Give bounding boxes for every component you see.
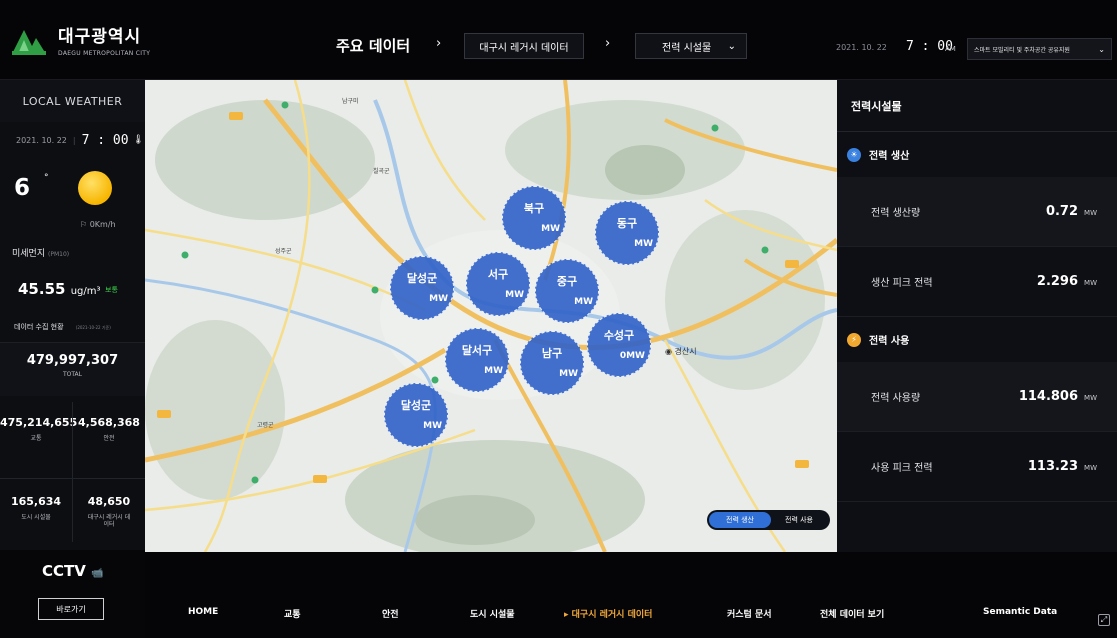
temperature-value: 6 bbox=[14, 175, 31, 201]
degree-symbol: ° bbox=[44, 173, 49, 183]
cctv-section: CCTV 📹 바로가기 bbox=[0, 550, 145, 638]
district-bubble-dalseogu[interactable]: 달서구 MW bbox=[445, 328, 509, 392]
production-peak-row: 생산 피크 전력 2.296 MW bbox=[837, 247, 1117, 317]
district-bubble-suseonggu[interactable]: 수성구 0MW bbox=[587, 313, 651, 377]
wind-icon: ⚐ bbox=[80, 220, 90, 229]
total-count-box: 479,997,307 TOTAL bbox=[0, 342, 145, 396]
power-mode-toggle[interactable]: 전력 생산 전력 사용 bbox=[707, 510, 830, 530]
nav-semantic-data[interactable]: Semantic Data bbox=[983, 607, 1057, 617]
header-date: 2021. 10. 22 bbox=[836, 43, 887, 52]
weather-datetime: 2021. 10. 22 | 7 : 00 🌡 bbox=[0, 122, 145, 158]
thermometer-icon: 🌡 bbox=[132, 135, 144, 145]
fine-dust-value: 45.55 ug/m³ bbox=[18, 280, 101, 298]
divider bbox=[72, 402, 73, 542]
usage-amount-value: 114.806 MW bbox=[1018, 389, 1097, 404]
breadcrumb-legacy-data[interactable]: 대구시 레거시 데이터 bbox=[464, 33, 584, 59]
chevron-down-icon: ⌄ bbox=[727, 40, 736, 52]
fine-dust-label: 미세먼지 (PM10) bbox=[12, 249, 70, 259]
daegu-logo[interactable]: 대구광역시 DAEGU METROPOLITAN CITY bbox=[10, 22, 150, 57]
power-usage-icon: ⚡ bbox=[847, 332, 861, 347]
production-amount-value: 0.72 MW bbox=[1045, 204, 1097, 219]
panel-title: 전력시설물 bbox=[837, 80, 1117, 132]
stat-city-facility[interactable]: 165,634 도시 시설물 bbox=[0, 495, 72, 521]
header-ampm: AM bbox=[945, 45, 956, 53]
power-facility-panel: 전력시설물 ☀ 전력 생산 전력 생산량 0.72 MW 생산 피크 전력 2.2… bbox=[837, 80, 1117, 552]
toggle-production[interactable]: 전력 생산 bbox=[709, 512, 771, 528]
usage-peak-row: 사용 피크 전력 113.23 MW bbox=[837, 432, 1117, 502]
stat-legacy-data[interactable]: 48,650 대구시 레거시 데이터 bbox=[73, 495, 145, 528]
district-bubble-dalseonggun-north[interactable]: 달성군 MW bbox=[390, 256, 454, 320]
power-production-icon: ☀ bbox=[847, 147, 861, 162]
chevron-right-icon: › bbox=[605, 36, 611, 51]
district-bubble-junggu[interactable]: 중구 MW bbox=[535, 259, 599, 323]
service-select[interactable]: 스마트 모빌리티 및 주차공간 공유지원 ⌄ bbox=[967, 38, 1112, 60]
place-label: 성주군 bbox=[275, 248, 292, 255]
place-label: 칠곡군 bbox=[373, 168, 390, 175]
district-bubble-bukgu[interactable]: 북구 MW bbox=[502, 186, 566, 250]
district-bubble-namgu[interactable]: 남구 MW bbox=[520, 331, 584, 395]
usage-amount-row: 전력 사용량 114.806 MW bbox=[837, 362, 1117, 432]
place-label: 남구미 bbox=[342, 98, 359, 105]
logo-title: 대구광역시 bbox=[58, 27, 142, 47]
district-bubble-seogu[interactable]: 서구 MW bbox=[466, 252, 530, 316]
service-select-value: 스마트 모빌리티 및 주차공간 공유지원 bbox=[974, 46, 1070, 54]
map-background bbox=[145, 80, 837, 552]
cctv-camera-icon: 📹 bbox=[91, 568, 104, 579]
data-collection-label: 데이터 수집 현황 (2021-10-22 기준) bbox=[14, 323, 111, 331]
usage-section-header: ⚡ 전력 사용 bbox=[837, 317, 1117, 362]
nav-safety[interactable]: 안전 bbox=[382, 607, 399, 620]
divider: | bbox=[72, 135, 76, 145]
production-amount-row: 전력 생산량 0.72 MW bbox=[837, 177, 1117, 247]
total-count-label: TOTAL bbox=[62, 371, 83, 378]
fine-dust-status: 보통 bbox=[105, 286, 118, 294]
stat-traffic[interactable]: 475,214,655 교통 bbox=[0, 416, 77, 442]
breadcrumb-main[interactable]: 주요 데이터 bbox=[336, 35, 410, 56]
weather-date: 2021. 10. 22 bbox=[16, 135, 67, 145]
cctv-go-button[interactable]: 바로가기 bbox=[38, 598, 104, 620]
facility-select[interactable]: 전력 시설물 ⌄ bbox=[635, 33, 747, 59]
weather-time: 7 : 00 bbox=[81, 132, 129, 148]
fullscreen-icon[interactable]: ⤢ bbox=[1098, 614, 1110, 626]
nav-all-data[interactable]: 전체 데이터 보기 bbox=[820, 607, 884, 620]
nav-traffic[interactable]: 교통 bbox=[284, 607, 301, 620]
cctv-title: CCTV 📹 bbox=[42, 562, 104, 580]
place-label: ◉ 경산시 bbox=[665, 347, 697, 356]
daegu-map[interactable]: ◉ 경산시 칠곡군 고령군 성주군 남구미 북구 MW 동구 MW 달성군 MW… bbox=[145, 80, 837, 552]
divider bbox=[0, 478, 145, 479]
nav-custom-docs[interactable]: 커스텀 문서 bbox=[727, 607, 772, 620]
nav-home[interactable]: HOME bbox=[188, 607, 218, 617]
place-label: 고령군 bbox=[257, 422, 274, 429]
local-weather-title: LOCAL WEATHER bbox=[0, 80, 145, 122]
chevron-right-icon: › bbox=[436, 36, 442, 51]
mountain-logo-icon bbox=[10, 24, 48, 56]
nav-city-facility[interactable]: 도시 시설물 bbox=[470, 607, 515, 620]
top-header: 대구광역시 DAEGU METROPOLITAN CITY 주요 데이터 › 대… bbox=[0, 0, 1117, 80]
district-bubble-dalseonggun-south[interactable]: 달성군 MW bbox=[384, 383, 448, 447]
total-count-value: 479,997,307 bbox=[26, 353, 119, 368]
district-bubble-donggu[interactable]: 동구 MW bbox=[595, 201, 659, 265]
wind-speed: ⚐ 0Km/h bbox=[80, 220, 116, 229]
usage-peak-value: 113.23 MW bbox=[1027, 459, 1097, 474]
chevron-down-icon: ⌄ bbox=[1098, 44, 1105, 54]
nav-legacy-data[interactable]: ▸ 대구시 레거시 데이터 bbox=[564, 607, 652, 620]
production-peak-value: 2.296 MW bbox=[1036, 274, 1097, 289]
bottom-nav: HOME 교통 안전 도시 시설물 ▸ 대구시 레거시 데이터 커스텀 문서 전… bbox=[145, 552, 1117, 638]
facility-select-value: 전력 시설물 bbox=[662, 42, 712, 54]
production-section-header: ☀ 전력 생산 bbox=[837, 132, 1117, 177]
toggle-usage[interactable]: 전력 사용 bbox=[771, 515, 827, 525]
left-panel: LOCAL WEATHER 2021. 10. 22 | 7 : 00 🌡 6 … bbox=[0, 80, 145, 638]
logo-subtitle: DAEGU METROPOLITAN CITY bbox=[58, 50, 151, 57]
sunny-icon bbox=[78, 171, 112, 205]
stat-safety[interactable]: 4,568,368 안전 bbox=[73, 416, 145, 442]
